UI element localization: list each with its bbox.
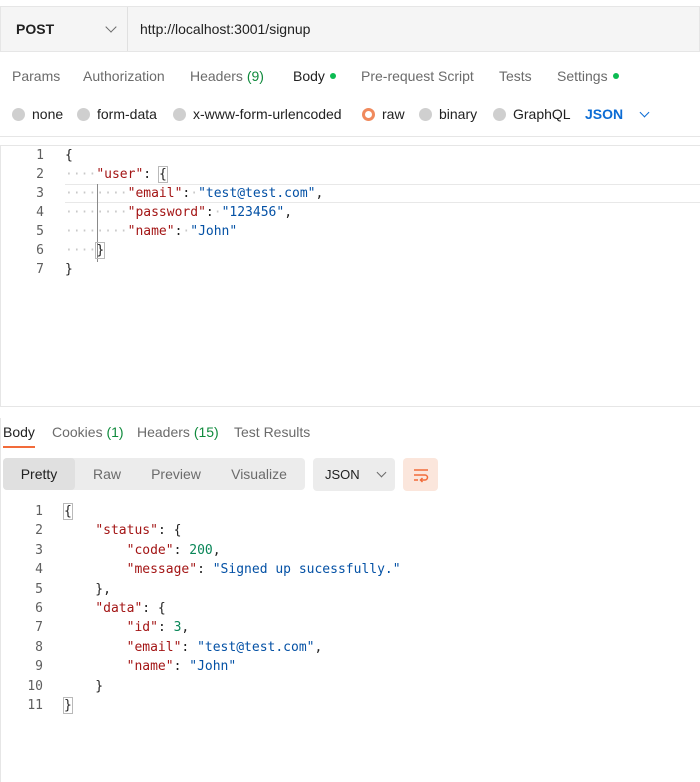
code-line: 8 "email": "test@test.com", xyxy=(35,639,323,655)
code-line: 11} xyxy=(27,697,73,714)
code-line: 4 ········"password":·"123456", xyxy=(36,205,293,220)
code-line: 7} xyxy=(36,262,73,277)
format-pretty-button[interactable]: Pretty xyxy=(3,458,75,490)
code-line: 7 "id": 3, xyxy=(35,620,190,636)
response-tab-test-results[interactable]: Test Results xyxy=(234,418,310,446)
response-tab-headers[interactable]: Headers (15) xyxy=(137,418,219,446)
response-tab-body[interactable]: Body xyxy=(3,418,35,448)
request-tabs: Params Authorization Headers (9) Body Pr… xyxy=(0,60,700,92)
radio-form-data[interactable]: form-data xyxy=(77,100,157,128)
code-line: 6 ····} xyxy=(36,242,106,259)
tab-headers[interactable]: Headers (9) xyxy=(190,60,264,92)
code-line: 4 "message": "Signed up sucessfully." xyxy=(35,562,401,578)
code-line: 6 "data": { xyxy=(35,601,166,616)
code-line: 5 ········"name":·"John" xyxy=(36,224,238,239)
response-body-viewer[interactable]: 1{ 2 "status": { 3 "code": 200, 4 "messa… xyxy=(0,502,700,722)
format-visualize-button[interactable]: Visualize xyxy=(213,458,305,490)
tab-pre-request-script[interactable]: Pre-request Script xyxy=(361,60,474,92)
body-type-selector: none form-data x-www-form-urlencoded raw… xyxy=(0,100,700,128)
format-raw-button[interactable]: Raw xyxy=(75,458,139,490)
tab-params[interactable]: Params xyxy=(12,60,60,92)
wrap-lines-button[interactable] xyxy=(403,458,438,491)
radio-icon xyxy=(173,107,186,121)
chevron-down-icon xyxy=(376,467,387,478)
response-tab-cookies[interactable]: Cookies (1) xyxy=(52,418,124,446)
left-border xyxy=(0,418,1,782)
tab-tests[interactable]: Tests xyxy=(499,60,532,92)
radio-binary[interactable]: binary xyxy=(419,100,477,128)
headers-count: (9) xyxy=(246,68,264,84)
wrap-lines-icon xyxy=(413,468,428,483)
code-line: 1{ xyxy=(35,503,73,520)
code-line: 9 "name": "John" xyxy=(35,659,237,675)
url-input[interactable]: http://localhost:3001/signup xyxy=(128,7,699,51)
code-line: 2 "status": { xyxy=(35,523,182,539)
tab-settings[interactable]: Settings xyxy=(557,60,619,92)
code-line: 10 } xyxy=(27,678,104,694)
body-indicator-dot xyxy=(329,73,336,80)
radio-icon xyxy=(12,107,25,121)
chevron-down-icon xyxy=(639,107,650,117)
response-tabs: Body Cookies (1) Headers (15) Test Resul… xyxy=(0,418,700,448)
divider xyxy=(0,136,700,137)
radio-x-www-form-urlencoded[interactable]: x-www-form-urlencoded xyxy=(173,100,342,128)
radio-icon xyxy=(419,107,432,121)
format-preview-button[interactable]: Preview xyxy=(139,458,213,490)
code-line: 1{ xyxy=(36,148,73,163)
chevron-down-icon xyxy=(105,21,117,33)
tab-body[interactable]: Body xyxy=(293,60,336,92)
tab-authorization[interactable]: Authorization xyxy=(83,60,165,92)
settings-indicator-dot xyxy=(612,73,619,80)
radio-raw[interactable]: raw xyxy=(362,100,405,128)
radio-none[interactable]: none xyxy=(12,100,63,128)
body-language-select[interactable]: JSON xyxy=(585,100,650,128)
radio-graphql[interactable]: GraphQL xyxy=(493,100,571,128)
response-language-select[interactable]: JSON xyxy=(313,458,395,491)
response-format-toggle: Pretty Raw Preview Visualize xyxy=(3,458,305,490)
radio-icon xyxy=(493,107,506,121)
code-line: 2 ····"user": { xyxy=(36,166,168,183)
method-select[interactable]: POST xyxy=(1,7,128,51)
code-line: 3 ········"email":·"test@test.com", xyxy=(36,186,324,201)
code-line: 3 "code": 200, xyxy=(35,542,221,558)
request-body-editor[interactable]: 1{ 2 ····"user": { 3 ········"email":·"tes… xyxy=(0,145,700,407)
radio-selected-icon xyxy=(362,107,375,121)
code-line: 5 }, xyxy=(35,581,111,597)
radio-icon xyxy=(77,107,90,121)
url-bar: POST http://localhost:3001/signup xyxy=(0,6,700,52)
method-label: POST xyxy=(16,21,55,37)
